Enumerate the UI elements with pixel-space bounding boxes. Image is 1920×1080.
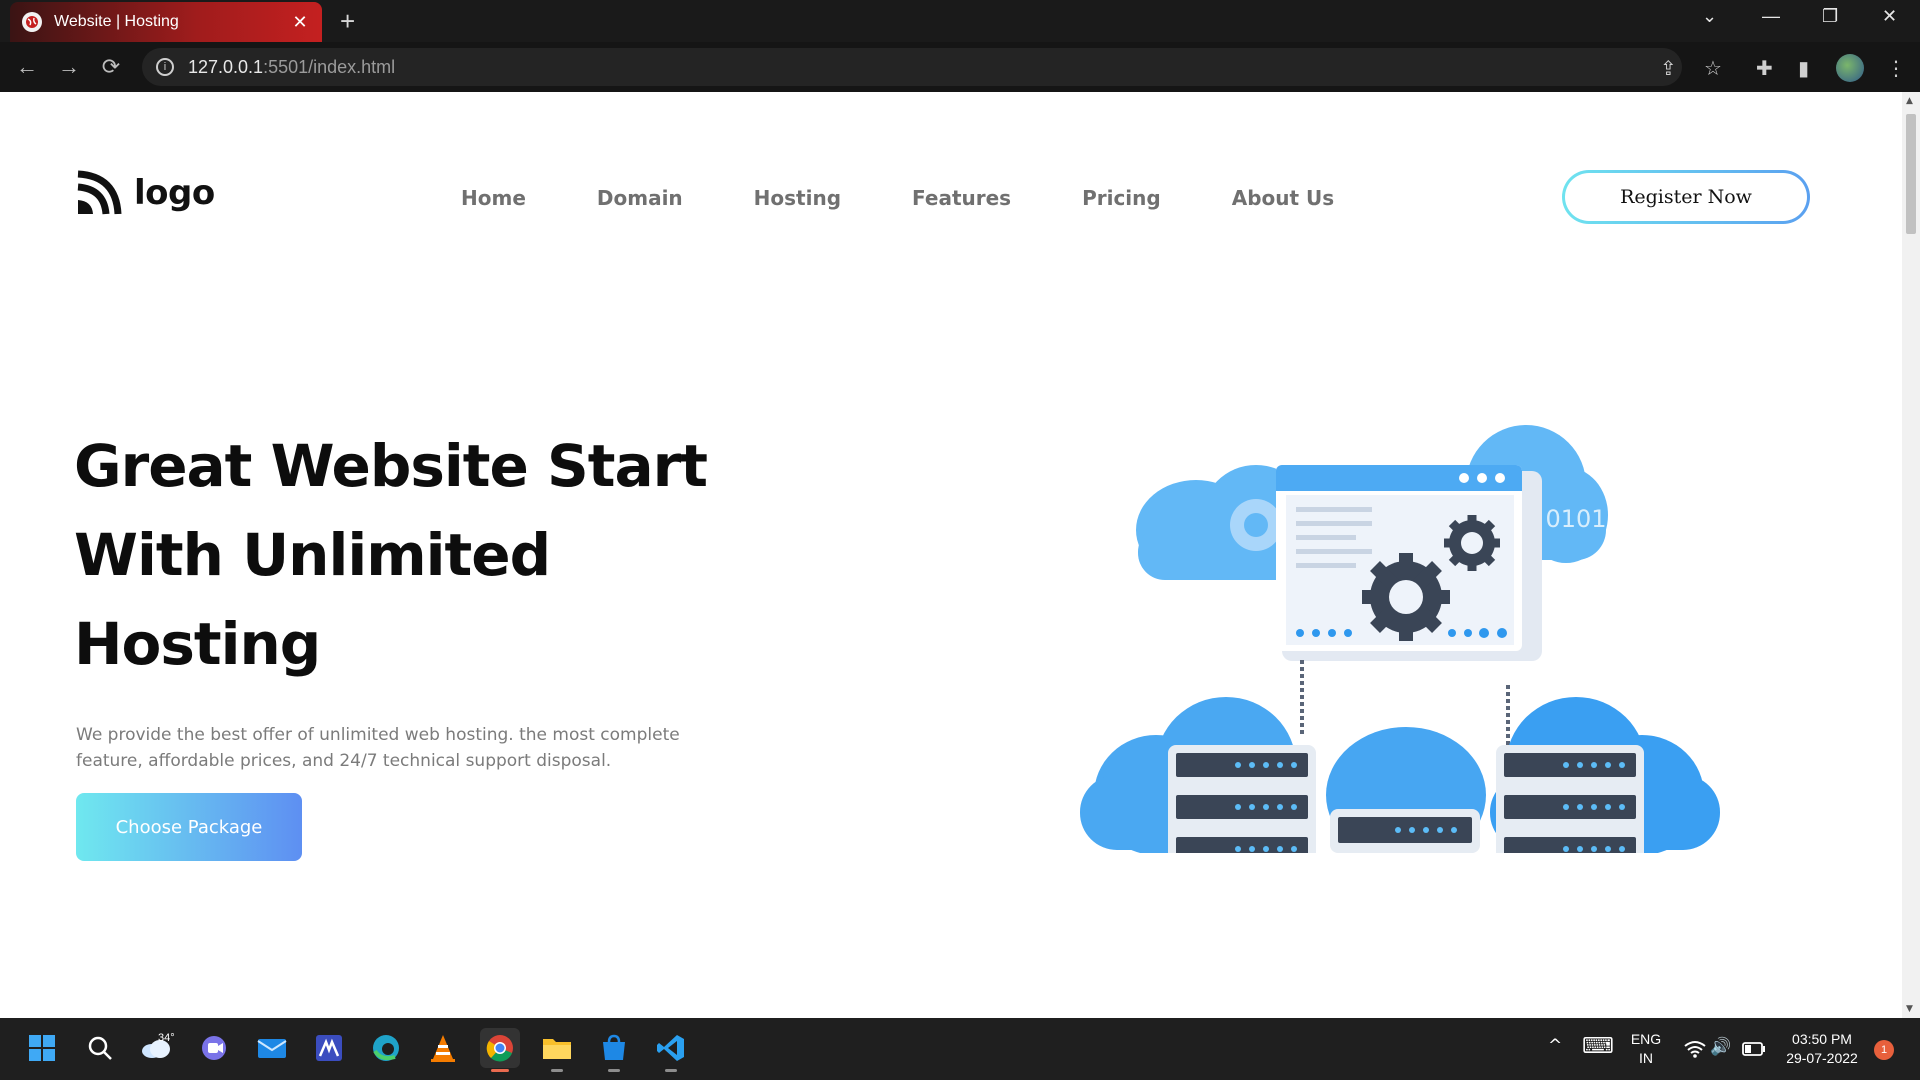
back-button[interactable]: ← [14,54,40,80]
clock-time: 03:50 PM [1792,1031,1852,1047]
battery-icon[interactable] [1742,1042,1766,1056]
store-icon [603,1034,625,1060]
forward-button[interactable]: → [56,54,82,80]
vscode-app[interactable] [651,1028,691,1072]
mail-icon [257,1039,287,1058]
url-host: 127.0.0.1 [188,56,264,77]
reload-button[interactable]: ⟳ [98,54,124,80]
page-scrollbar[interactable]: ▲ ▼ [1902,92,1920,1018]
site-info-icon[interactable]: i [156,58,174,76]
nav-about-us[interactable]: About Us [1232,186,1334,210]
start-button[interactable] [22,1028,62,1068]
side-panel-icon[interactable]: ▮ [1798,56,1809,80]
globe-icon [22,12,42,32]
cloud-hosting-illustration: 0101 [1080,425,1720,853]
server-rack-icon [1168,745,1316,853]
minimize-button[interactable]: — [1762,6,1780,27]
region-code: IN [1639,1050,1653,1066]
running-app-indicator [551,1069,563,1072]
edge-app[interactable] [366,1028,406,1068]
close-window-button[interactable]: ✕ [1882,6,1897,27]
bookmark-star-icon[interactable]: ☆ [1704,56,1722,80]
tab-search-chevron-icon[interactable]: ⌄ [1702,6,1717,27]
windows-start-icon [29,1035,55,1061]
notification-badge[interactable]: 1 [1874,1040,1894,1060]
windows-taskbar: 34° ^ ⌨ ENG IN 🔊 03:50 PM 29-07-2022 1 [0,1018,1920,1080]
browser-window-icon [1276,465,1542,661]
language-code: ENG [1630,1031,1662,1047]
edge-icon [373,1035,399,1061]
main-nav: Home Domain Hosting Features Pricing Abo… [461,186,1405,210]
wifi-icon[interactable] [1684,1040,1706,1058]
teams-icon [202,1036,226,1060]
chrome-icon [486,1035,513,1062]
register-now-button[interactable]: Register Now [1562,170,1810,224]
scroll-down-arrow-icon[interactable]: ▼ [1906,1004,1913,1014]
server-rack-icon [1496,745,1644,853]
chrome-app[interactable] [480,1028,520,1072]
weather-temperature: 34° [158,1032,175,1044]
nav-domain[interactable]: Domain [597,186,683,210]
clock-date: 29-07-2022 [1786,1050,1858,1066]
restore-button[interactable]: ❐ [1822,6,1838,27]
rss-logo-icon [77,170,122,215]
address-bar[interactable]: i 127.0.0.1 :5501/index.html [142,48,1682,86]
share-icon[interactable]: ⇪ [1660,56,1677,80]
maple-app[interactable] [309,1028,349,1068]
nav-features[interactable]: Features [912,186,1011,210]
input-language-indicator[interactable]: ENG IN [1626,1030,1666,1068]
hero-title: Great Website Start With Unlimited Hosti… [74,422,714,689]
page-viewport: logo Home Domain Hosting Features Pricin… [0,92,1902,1018]
maple-icon [316,1035,342,1061]
system-clock[interactable]: 03:50 PM 29-07-2022 [1774,1030,1870,1068]
choose-package-button[interactable]: Choose Package [76,793,302,861]
folder-icon [543,1039,571,1059]
mail-app[interactable] [252,1028,292,1068]
nav-hosting[interactable]: Hosting [754,186,841,210]
extensions-icon[interactable]: ✚ [1756,56,1773,80]
volume-icon[interactable]: 🔊 [1710,1037,1731,1057]
nav-pricing[interactable]: Pricing [1082,186,1161,210]
taskbar-search[interactable] [80,1028,120,1068]
hero-title-line: With Unlimited [74,521,551,589]
server-rack-icon [1330,809,1480,853]
store-app[interactable] [594,1028,634,1072]
profile-avatar[interactable] [1836,54,1864,82]
show-hidden-icons-chevron-icon[interactable]: ^ [1548,1036,1562,1056]
binary-text: 0101 [1545,505,1606,533]
nav-home[interactable]: Home [461,186,526,210]
browser-toolbar: ← → ⟳ i 127.0.0.1 :5501/index.html [0,42,1920,92]
teams-app[interactable] [194,1028,234,1068]
scroll-thumb[interactable] [1906,114,1916,234]
active-app-indicator [491,1069,509,1072]
keyboard-icon[interactable]: ⌨ [1582,1034,1614,1059]
file-explorer-app[interactable] [537,1028,577,1072]
tab-close-icon[interactable]: ✕ [290,12,310,33]
tab-bar: Website | Hosting ✕ + ⌄ — ❐ ✕ [0,0,1920,42]
scroll-up-arrow-icon[interactable]: ▲ [1906,96,1913,106]
hero-title-line: Hosting [74,610,321,678]
browser-tab[interactable]: Website | Hosting ✕ [10,2,322,42]
running-app-indicator [608,1069,620,1072]
hero-description: We provide the best offer of unlimited w… [76,725,680,771]
url-path: :5501/index.html [263,56,396,77]
search-icon [88,1036,112,1060]
site-logo[interactable]: logo [76,170,215,216]
vlc-app[interactable] [423,1028,463,1068]
browser-menu-icon[interactable]: ⋮ [1886,56,1906,80]
running-app-indicator [665,1069,677,1072]
hero-title-line: Great Website Start [74,432,708,500]
logo-text: logo [134,173,215,213]
vscode-icon [657,1035,684,1061]
tab-title: Website | Hosting [54,13,179,30]
new-tab-button[interactable]: + [340,8,355,34]
vlc-icon [431,1035,455,1062]
